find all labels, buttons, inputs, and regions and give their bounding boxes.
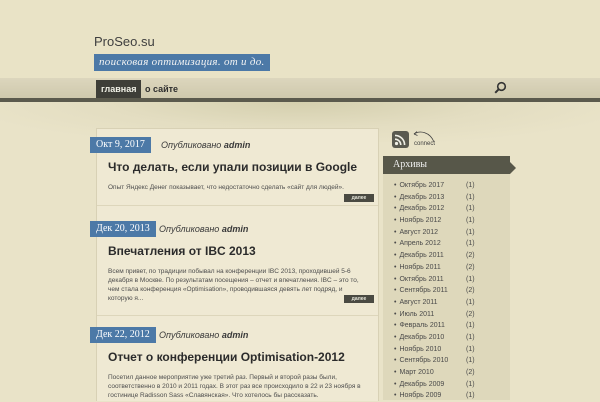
archives-heading: Архивы — [383, 156, 516, 174]
archive-item[interactable]: • Декабрь 2013 (1) — [394, 192, 504, 204]
archive-item[interactable]: • Ноябрь 2012 (1) — [394, 215, 504, 227]
post-author[interactable]: admin — [222, 224, 249, 234]
post-meta: Опубликовано admin — [159, 330, 249, 340]
read-more-button[interactable]: далее — [344, 194, 374, 202]
header — [0, 0, 600, 82]
divider — [97, 205, 378, 206]
post-list: Окт 9, 2017 Опубликовано admin Что делат… — [90, 128, 379, 401]
post-title[interactable]: Впечатления от IBC 2013 — [108, 244, 256, 258]
archive-item[interactable]: • Август 2012 (1) — [394, 227, 504, 239]
archive-item[interactable]: • Декабрь 2010 (1) — [394, 332, 504, 344]
archive-item[interactable]: • Июль 2011 (2) — [394, 309, 504, 321]
post-excerpt: Опыт Яндекс Денег показывает, что недост… — [108, 184, 344, 191]
archive-item[interactable]: • Март 2010 (2) — [394, 367, 504, 379]
divider — [97, 315, 378, 316]
archive-list: • Октябрь 2017 (1) • Декабрь 2013 (1) • Декаб… — [394, 180, 504, 402]
archive-item[interactable]: • Сентябрь 2010 (1) — [394, 355, 504, 367]
main-nav: главная о сайте — [0, 78, 600, 102]
archive-item[interactable]: • Ноябрь 2009 (1) — [394, 390, 504, 402]
site-title[interactable]: ProSeo.su — [94, 34, 155, 49]
archive-item[interactable]: • Декабрь 2009 (1) — [394, 379, 504, 391]
archive-item[interactable]: • Декабрь 2012 (1) — [394, 203, 504, 215]
read-more-button[interactable]: далее — [344, 295, 374, 303]
archive-item[interactable]: • Август 2011 (1) — [394, 297, 504, 309]
post-date: Дек 20, 2013 — [90, 221, 156, 237]
post-author[interactable]: admin — [224, 140, 251, 150]
post-author[interactable]: admin — [222, 330, 249, 340]
post-excerpt: Всем привет, по традиции побывал на конф… — [108, 268, 359, 302]
post-title[interactable]: Отчет о конференции Optimisation-2012 — [108, 350, 345, 364]
archive-item[interactable]: • Ноябрь 2011 (2) — [394, 262, 504, 274]
post-excerpt: Посетил данное мероприятие уже третий ра… — [108, 374, 361, 399]
post-date: Дек 22, 2012 — [90, 327, 156, 343]
post-date: Окт 9, 2017 — [90, 137, 151, 153]
archive-item[interactable]: • Февраль 2011 (1) — [394, 320, 504, 332]
search-icon[interactable] — [494, 81, 507, 94]
post-meta: Опубликовано admin — [161, 140, 251, 150]
sidebar: Архивы • Октябрь 2017 (1) • Декабрь 2013 (1)… — [383, 156, 516, 402]
archive-item[interactable]: • Апрель 2012 (1) — [394, 238, 504, 250]
nav-item-home[interactable]: главная — [96, 80, 142, 98]
archive-item[interactable]: • Декабрь 2011 (2) — [394, 250, 504, 262]
nav-item-about[interactable]: о сайте — [140, 80, 183, 98]
archive-item[interactable]: • Октябрь 2017 (1) — [394, 180, 504, 192]
post-meta: Опубликовано admin — [159, 224, 249, 234]
archive-item[interactable]: • Сентябрь 2011 (2) — [394, 285, 504, 297]
site-tagline: поисковая оптимизация. от и до. — [94, 54, 270, 71]
connect-label: connect — [414, 141, 436, 147]
archive-item[interactable]: • Октябрь 2011 (1) — [394, 274, 504, 286]
archive-item[interactable]: • Ноябрь 2010 (1) — [394, 344, 504, 356]
post-title[interactable]: Что делать, если упали позиции в Google — [108, 160, 357, 174]
